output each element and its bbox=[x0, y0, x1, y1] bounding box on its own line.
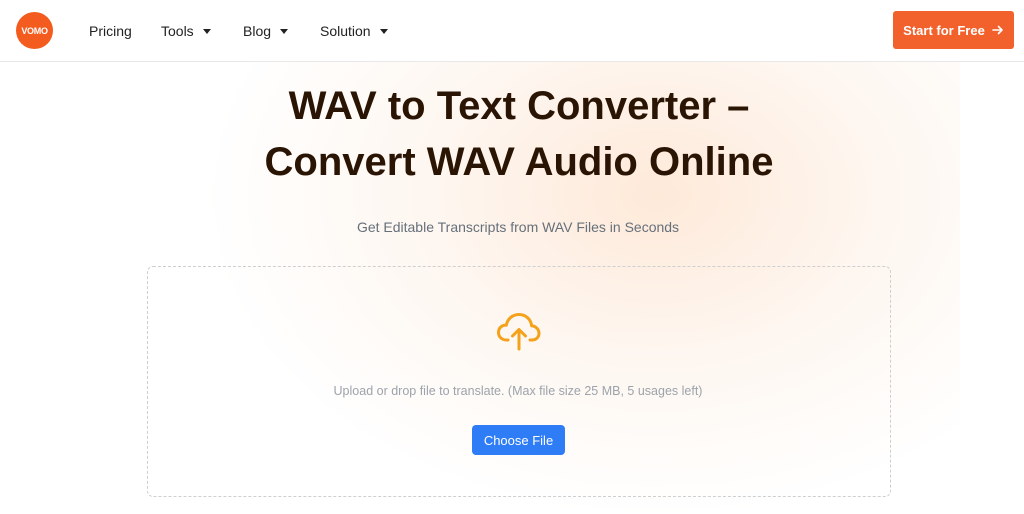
nav-tools[interactable]: Tools bbox=[161, 21, 211, 41]
nav-solution[interactable]: Solution bbox=[320, 21, 388, 41]
nav-blog-label: Blog bbox=[243, 23, 272, 39]
vomo-logo[interactable]: VOMO bbox=[16, 12, 53, 49]
page-title: WAV to Text Converter – Convert WAV Audi… bbox=[0, 78, 1024, 190]
page: VOMO Pricing Tools Blog Solution Start f… bbox=[0, 0, 1024, 514]
nav-pricing[interactable]: Pricing bbox=[89, 21, 132, 41]
upload-hint: Upload or drop file to translate. (Max f… bbox=[333, 384, 703, 398]
chevron-down-icon bbox=[202, 28, 211, 34]
cloud-upload-icon bbox=[497, 313, 541, 351]
chevron-down-icon bbox=[280, 28, 289, 34]
page-subtitle: Get Editable Transcripts from WAV Files … bbox=[356, 219, 680, 235]
title-line-2: Convert WAV Audio Online bbox=[264, 140, 774, 184]
chevron-down-icon bbox=[379, 28, 388, 34]
nav-pricing-label: Pricing bbox=[89, 23, 132, 39]
arrow-right-icon bbox=[992, 25, 1003, 35]
nav-solution-label: Solution bbox=[320, 23, 371, 39]
start-for-free-button[interactable]: Start for Free bbox=[893, 11, 1014, 49]
choose-file-button[interactable]: Choose File bbox=[472, 425, 565, 455]
nav-tools-label: Tools bbox=[161, 23, 194, 39]
nav-blog[interactable]: Blog bbox=[243, 21, 289, 41]
title-line-1: WAV to Text Converter – bbox=[288, 84, 750, 128]
start-for-free-label: Start for Free bbox=[903, 22, 985, 38]
file-dropzone[interactable]: Upload or drop file to translate. (Max f… bbox=[147, 266, 891, 497]
top-navbar: VOMO Pricing Tools Blog Solution Start f… bbox=[0, 0, 1024, 62]
logo-text: VOMO bbox=[21, 25, 48, 36]
